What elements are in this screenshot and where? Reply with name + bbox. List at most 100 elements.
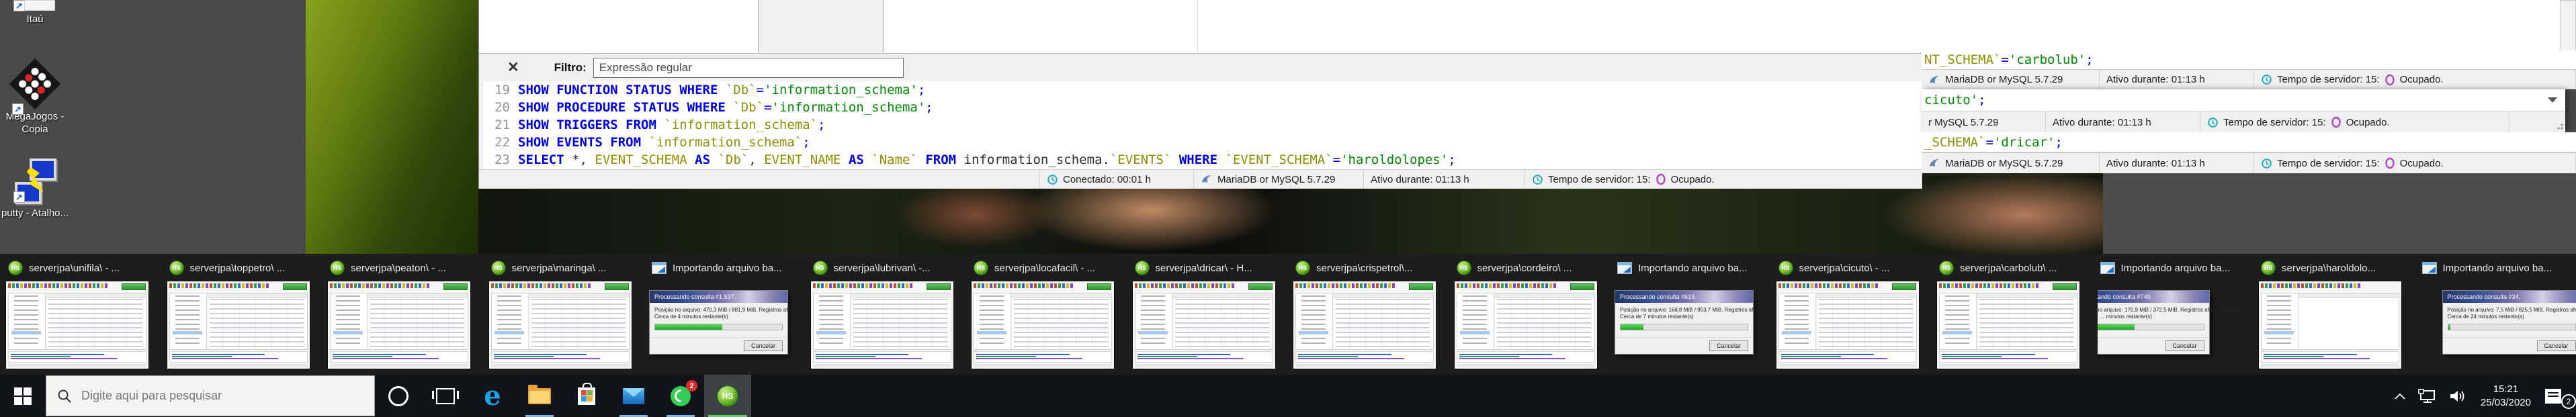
whatsapp-button[interactable]: 2 [657, 375, 704, 417]
status-segment: Tempo de servidor: 15: Ocupado. [2254, 70, 2576, 89]
mini-data-grid [1815, 293, 1916, 349]
filter-label: Filtro: [554, 60, 587, 74]
mail-button[interactable] [610, 375, 657, 417]
heidisql-mini-window [327, 281, 471, 369]
taskbar-preview-item[interactable]: HS serverjpa\crispetrol\... [1293, 258, 1449, 369]
putty-icon: ↗ [13, 158, 56, 204]
code-line[interactable]: 21 SHOW TRIGGERS FROM `information_schema… [479, 116, 1922, 134]
chevron-down-icon[interactable] [2548, 97, 2557, 103]
cancel-button[interactable]: Cancelar [744, 340, 783, 351]
window-thumbnail[interactable]: Processando consulta #749. Posição no arq… [2097, 281, 2241, 369]
store-button[interactable] [563, 375, 610, 417]
heidisql-taskbar-button[interactable]: HS [704, 375, 751, 417]
code-line[interactable]: 23 SELECT *, EVENT_SCHEMA AS `Db`, EVENT_… [479, 151, 1922, 169]
sql-token: ; [925, 100, 933, 115]
taskbar-preview-item[interactable]: HS serverjpa\dricar\ - H... [1131, 258, 1288, 369]
taskbar-preview-item[interactable]: HS serverjpa\cicuto\ - ... [1775, 258, 1932, 369]
line-number: 20 [495, 100, 510, 115]
volume-button[interactable] [2443, 375, 2473, 417]
taskbar-preview-item[interactable]: HS serverjpa\toppetro\ ... [166, 258, 323, 369]
taskbar-preview-item[interactable]: Importando arquivo ba... Processando cons… [2419, 258, 2576, 369]
network-button[interactable] [2412, 375, 2443, 417]
window-thumbnail[interactable] [2258, 281, 2402, 369]
heidisql-icon: HS [330, 261, 345, 275]
mail-icon [623, 387, 644, 404]
close-filter-icon[interactable]: ✕ [507, 59, 519, 76]
sql-token: EVENT_SCHEMA [595, 152, 687, 167]
code-line[interactable]: 20 SHOW PROCEDURE STATUS WHERE `Db` ='info… [479, 99, 1922, 116]
taskbar-preview-item[interactable]: HS serverjpa\locafacil\ - ... [971, 258, 1127, 369]
sql-token: 'carbolub' [2008, 52, 2086, 67]
tray-clock[interactable]: 15:21 25/03/2020 [2473, 375, 2539, 417]
window-thumbnail[interactable]: Processando consulta #619. Posição no arq… [1615, 281, 1758, 369]
taskbar-preview-item[interactable]: HS serverjpa\unifila\ - ... [5, 258, 161, 369]
mini-green-button [282, 283, 307, 290]
filter-input[interactable] [593, 57, 904, 78]
taskbar-previews-flyout: HS serverjpa\unifila\ - ... HS serverjpa\to… [0, 254, 2576, 375]
status-text: Ocupado. [2399, 74, 2444, 85]
progress-dialog: Processando consulta #34. Posição no arqu… [2442, 290, 2576, 355]
mini-data-grid [850, 293, 951, 349]
code-line[interactable]: 22 SHOW EVENTS FROM `information_schema`; [479, 134, 1922, 151]
search-input[interactable] [80, 388, 365, 404]
heidisql-icon: HS [974, 261, 988, 275]
mini-data-grid [46, 293, 146, 349]
resize-grip[interactable] [2555, 122, 2563, 130]
window-thumbnail[interactable] [1775, 281, 1920, 369]
speaker-icon [2450, 390, 2464, 402]
window-thumbnail[interactable] [1293, 281, 1436, 369]
code-line[interactable]: 19 SHOW FUNCTION STATUS WHERE `Db` ='infor… [479, 81, 1922, 99]
desktop-icon-putty[interactable]: ↗ putty - Atalho... [0, 158, 70, 220]
sql-editor[interactable]: 19 SHOW FUNCTION STATUS WHERE `Db` ='infor… [479, 81, 1922, 169]
cortana-button[interactable] [375, 375, 422, 417]
window-thumbnail[interactable] [488, 281, 632, 369]
desktop-icon-megajogos[interactable]: ↗ MegaJogos - Copia [0, 58, 70, 136]
taskbar-preview-item[interactable]: Importando arquivo ba... Processando cons… [2097, 258, 2253, 369]
status-text: Tempo de servidor: 15: [1548, 173, 1651, 185]
taskbar-preview-item[interactable]: HS serverjpa\carbolub\ ... [1936, 258, 2092, 369]
mini-data-grid [206, 293, 307, 349]
taskbar-preview-item[interactable]: HS serverjpa\cordeiro\ ... [1453, 258, 1610, 369]
window-thumbnail[interactable] [5, 281, 149, 369]
taskbar-preview-item[interactable]: Importando arquivo ba... Processando cons… [1615, 258, 1770, 369]
window-thumbnail[interactable] [971, 281, 1115, 369]
taskbar-preview-item[interactable]: HS serverjpa\lubrivan\ -... [810, 258, 966, 369]
window-thumbnail[interactable] [327, 281, 471, 369]
edge-button[interactable]: e [469, 375, 516, 417]
import-icon [2421, 262, 2437, 274]
taskbar-search[interactable] [46, 375, 375, 416]
taskbar-preview-item[interactable]: HS serverjpa\maringa\ ... [488, 258, 644, 369]
mini-green-button [1570, 283, 1594, 290]
file-explorer-button[interactable] [516, 375, 563, 417]
dialog-eta-text: Cerca de 4 minutos restante(s) [654, 314, 728, 320]
desktop-icon-itau[interactable]: ↗ Itaú [0, 0, 70, 26]
desktop-icon-label: putty - Atalho... [1, 207, 69, 219]
mini-green-button [604, 283, 629, 290]
taskbar-preview-item[interactable]: HS serverjpa\peaton\ - ... [327, 258, 483, 369]
action-center-button[interactable]: 2 [2539, 375, 2576, 417]
sql-token: SHOW EVENTS FROM [518, 135, 649, 150]
cancel-button[interactable]: Cancelar [2536, 340, 2576, 351]
sql-line: _SCHEMA`='dricar'; [1922, 132, 2576, 152]
start-button[interactable] [0, 375, 46, 417]
scrollbar[interactable] [2560, 0, 2576, 51]
window-thumbnail[interactable] [1453, 281, 1598, 369]
cancel-button[interactable]: Cancelar [2165, 340, 2204, 351]
tray-chevron-button[interactable] [2388, 375, 2412, 417]
window-thumbnail[interactable] [1936, 281, 2080, 369]
window-thumbnail[interactable] [166, 281, 310, 369]
heidisql-mini-window [2258, 281, 2402, 369]
taskbar-preview-item[interactable]: HS serverjpa\haroldolo... [2258, 258, 2414, 369]
window-thumbnail[interactable]: Processando consulta #34. Posição no arqu… [2419, 281, 2576, 369]
sql-token: = [764, 100, 772, 115]
heidisql-mini-window [488, 281, 632, 369]
cancel-button[interactable]: Cancelar [1709, 340, 1748, 351]
window-thumbnail[interactable] [1131, 281, 1276, 369]
heidisql-mini-window [1775, 281, 1920, 369]
mini-database-tree [9, 293, 46, 349]
task-view-button[interactable] [422, 375, 469, 417]
window-thumbnail[interactable] [810, 281, 954, 369]
itau-icon: ↗ [0, 0, 70, 11]
window-thumbnail[interactable]: Processando consulta #1.537. Posição no a… [649, 281, 793, 369]
taskbar-preview-item[interactable]: Importando arquivo ba... Processando cons… [649, 258, 805, 369]
